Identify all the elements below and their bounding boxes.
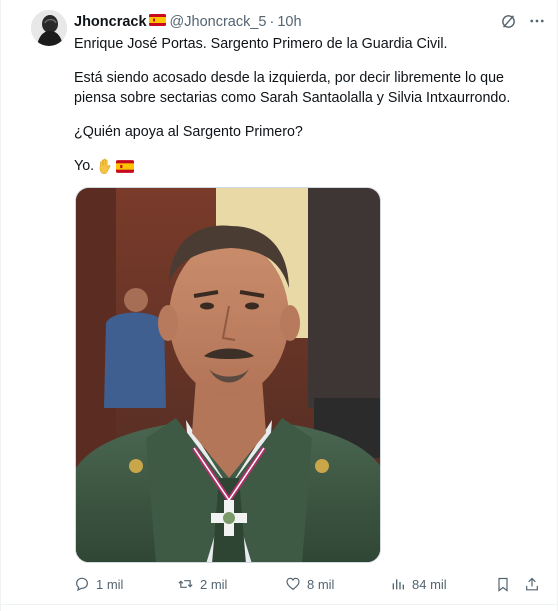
views-count: 84 mil	[412, 576, 447, 592]
reply-icon	[74, 576, 90, 592]
like-button[interactable]: 8 mil	[285, 576, 334, 592]
tweet-photo[interactable]	[75, 187, 381, 563]
repost-count: 2 mil	[200, 576, 228, 592]
tweet-paragraph-1: Enrique José Portas. Sargento Primero de…	[74, 36, 448, 52]
timestamp[interactable]: 10h	[277, 14, 301, 30]
more-icon[interactable]	[526, 10, 548, 32]
tweet[interactable]: Jhoncrack @Jhoncrack_5 · 10h Enrique Jos…	[0, 0, 558, 611]
repost-button[interactable]: 2 mil	[177, 576, 227, 592]
tweet-header: Jhoncrack @Jhoncrack_5 · 10h	[74, 12, 302, 32]
spain-flag-icon	[148, 14, 166, 30]
handle[interactable]: @Jhoncrack_5	[170, 14, 267, 30]
action-bar: 1 mil 2 mil 8 mil 84 mil	[74, 574, 544, 598]
share-icon	[524, 576, 540, 593]
tweet-paragraph-4-text: Yo.	[74, 158, 95, 174]
raised-hand-icon	[99, 159, 111, 175]
repost-icon	[177, 576, 194, 592]
share-button[interactable]	[524, 576, 540, 593]
tweet-paragraph-3: ¿Quién apoya al Sargento Primero?	[74, 124, 303, 140]
views-button[interactable]: 84 mil	[390, 576, 447, 592]
avatar[interactable]	[31, 10, 67, 46]
photo-image	[76, 188, 380, 562]
spain-flag-icon	[116, 160, 135, 174]
views-icon	[390, 576, 406, 592]
separator: ·	[269, 14, 275, 30]
bookmark-button[interactable]	[495, 576, 511, 593]
bookmark-icon	[495, 576, 511, 593]
reply-button[interactable]: 1 mil	[74, 576, 123, 592]
grok-icon[interactable]	[497, 10, 519, 32]
display-name[interactable]: Jhoncrack	[74, 14, 147, 30]
like-count: 8 mil	[307, 576, 335, 592]
tweet-paragraph-2: Está siendo acosado desde la izquierda, …	[74, 70, 511, 106]
divider	[1, 604, 558, 605]
tweet-paragraph-4: Yo.	[74, 157, 135, 177]
reply-count: 1 mil	[96, 576, 124, 592]
like-icon	[285, 576, 301, 592]
avatar-image	[31, 10, 67, 46]
